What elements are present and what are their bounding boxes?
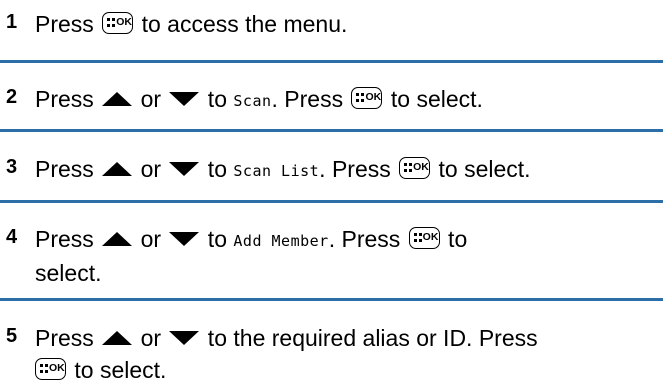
step-text-press: Press — [35, 325, 94, 351]
up-arrow-icon — [102, 162, 133, 176]
step-text-line2: select. — [35, 260, 102, 286]
down-arrow-icon — [169, 232, 200, 246]
menu-target: Scan — [233, 92, 272, 110]
step-text-or: or — [134, 226, 168, 252]
step-text-press: Press — [35, 86, 94, 112]
up-arrow-icon — [102, 232, 133, 246]
step-text-to: to — [201, 156, 234, 182]
step-text-press: Press — [35, 156, 94, 182]
menu-target: Add Member — [233, 232, 329, 250]
step-text-press: Press — [35, 11, 94, 37]
step-text-to: to — [201, 86, 234, 112]
step-number: 5 — [6, 325, 18, 347]
menu-ok-key-icon: OK — [35, 358, 66, 380]
divider — [0, 298, 663, 301]
step-number: 3 — [6, 156, 18, 178]
step-text: Press or to Scan. Press OK to select. — [35, 83, 660, 117]
down-arrow-icon — [169, 162, 200, 176]
step-text-or: or — [134, 325, 168, 351]
menu-ok-key-icon: OK — [351, 87, 383, 109]
divider — [0, 60, 663, 63]
menu-target: Scan List — [233, 162, 320, 180]
menu-ok-key-icon: OK — [408, 227, 440, 249]
step-text-press: . Press — [319, 156, 398, 182]
step-text-press: Press — [35, 226, 94, 252]
step-text: Press or to Scan List. Press OK to selec… — [35, 153, 660, 187]
menu-ok-key-icon: OK — [399, 157, 431, 179]
up-arrow-icon — [102, 92, 133, 106]
step-text-after-key: to access the menu. — [135, 11, 348, 37]
step-text-after-key: to select. — [432, 156, 531, 182]
step-text-or: or — [134, 86, 168, 112]
step-number: 2 — [6, 86, 18, 108]
step-text: Press or to the required alias or ID. Pr… — [35, 322, 660, 386]
divider — [0, 200, 663, 203]
up-arrow-icon — [102, 331, 133, 345]
divider — [0, 129, 663, 132]
menu-ok-key-icon: OK — [102, 12, 134, 34]
step-text-after-key: to select. — [68, 357, 167, 383]
step-text-after-key: to — [441, 226, 468, 252]
step-number: 1 — [6, 11, 18, 33]
step-text-or: or — [134, 156, 168, 182]
step-text-press: . Press — [271, 86, 350, 112]
step-text: Press or to Add Member. Press OK to sele… — [35, 223, 660, 289]
step-text-to: to — [201, 226, 234, 252]
step-text-after-key: to select. — [384, 86, 483, 112]
step-text-press: . Press — [328, 226, 407, 252]
step-text: Press OK to access the menu. — [35, 8, 660, 40]
step-number: 4 — [6, 226, 18, 248]
down-arrow-icon — [169, 331, 200, 345]
down-arrow-icon — [169, 92, 200, 106]
step-text-line1-end: to the required alias or ID. Press — [201, 325, 538, 351]
